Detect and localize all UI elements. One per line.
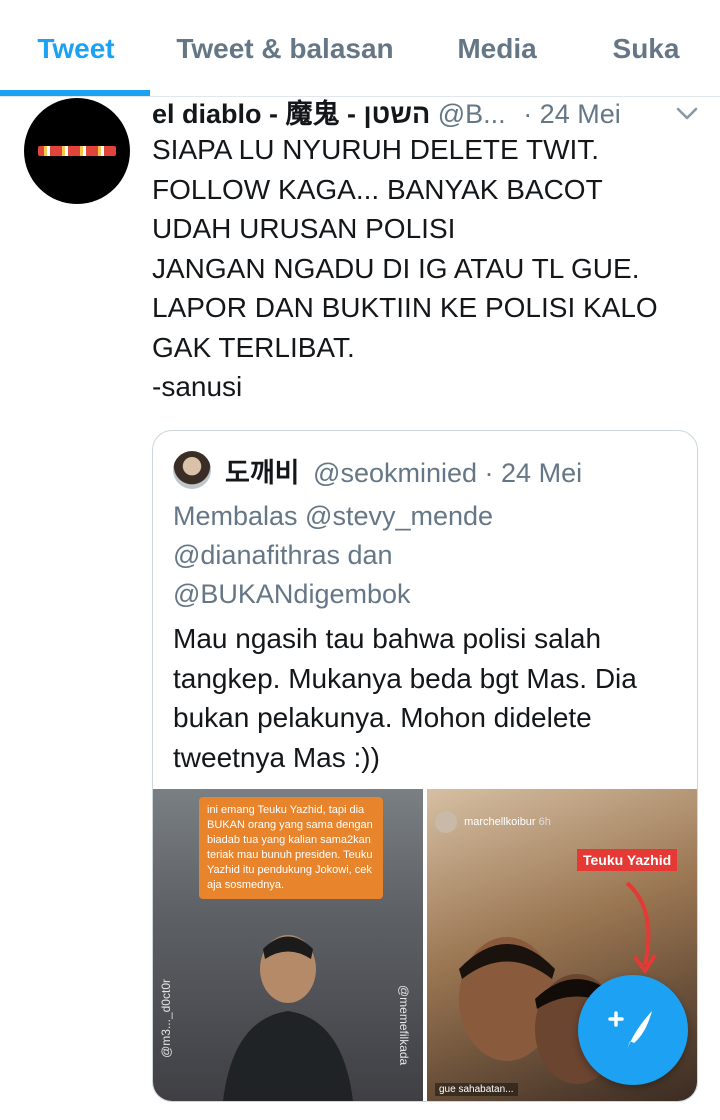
tweet-header: el diablo - 魔鬼 - השטן @B... · 24 Mei [152, 92, 672, 129]
replying-to: Membalas @stevy_mende @dianafithras dan … [173, 497, 683, 614]
watermark: @memefilkada [397, 985, 411, 1066]
quoted-header: 도깨비 @seokminied · 24 Mei [225, 451, 582, 490]
tab-media[interactable]: Media [440, 0, 554, 96]
tweet-line: JANGAN NGADU DI IG ATAU TL GUE. [152, 252, 640, 284]
tweet-line: FOLLOW KAGA... BANYAK BACOT [152, 173, 603, 205]
quoted-author-handle[interactable]: @seokminied [313, 458, 477, 488]
tweet-line: SIAPA LU NYURUH DELETE TWIT. [152, 134, 600, 165]
quoted-line: bukan pelakunya. Mohon didelete [173, 702, 592, 733]
story-username: marchellkoibur [464, 815, 536, 828]
person-silhouette [223, 935, 353, 1101]
quoted-avatar[interactable] [173, 451, 211, 489]
watermark: @m3..._d0ct0r [159, 979, 173, 1058]
avatar[interactable] [24, 98, 130, 204]
quoted-text: Mau ngasih tau bahwa polisi salah tangke… [173, 619, 683, 777]
story-caption: gue sahabatan... [435, 1083, 518, 1096]
quoted-line: tweetnya Mas :)) [173, 741, 380, 773]
reply-line[interactable]: Membalas @stevy_mende [173, 497, 683, 536]
active-tab-indicator [0, 90, 150, 96]
story-avatar [435, 811, 457, 833]
quoted-date: · 24 Mei [484, 458, 583, 488]
tab-tweet-and-replies[interactable]: Tweet & balasan [160, 0, 410, 96]
image-caption: ini emang Teuku Yazhid, tapi dia BUKAN o… [199, 797, 383, 899]
tweet-line: GAK TERLIBAT. [152, 331, 355, 363]
reply-line[interactable]: @BUKANdigembok [173, 575, 683, 614]
story-time: 6h [538, 815, 551, 828]
tweet-line: UDAH URUSAN POLISI [152, 213, 456, 244]
compose-tweet-icon [608, 1011, 652, 1053]
story-user: marchellkoibur 6h [435, 811, 551, 833]
quoted-line: Mau ngasih tau bahwa polisi salah [173, 623, 602, 654]
tweet-line: -sanusi [152, 371, 243, 402]
compose-tweet-button[interactable] [578, 975, 688, 1085]
author-name[interactable]: el diablo - 魔鬼 - השטן [152, 99, 430, 129]
tab-likes[interactable]: Suka [598, 0, 694, 96]
tab-tweet[interactable]: Tweet [8, 0, 144, 96]
media-image-left[interactable]: ini emang Teuku Yazhid, tapi dia BUKAN o… [153, 789, 423, 1101]
tweet-text: SIAPA LU NYURUH DELETE TWIT. FOLLOW KAGA… [152, 130, 712, 407]
chevron-down-icon[interactable] [674, 100, 700, 126]
profile-tabs: Tweet Tweet & balasan Media Suka [0, 0, 720, 97]
name-label: Teuku Yazhid [577, 849, 678, 871]
tweet-date[interactable]: · 24 Mei [523, 99, 621, 129]
author-handle[interactable]: @B... [438, 99, 506, 129]
quoted-line: tangkep. Mukanya beda bgt Mas. Dia [173, 662, 637, 694]
avatar-logo [38, 146, 116, 156]
tweet-line: LAPOR DAN BUKTIIN KE POLISI KALO [152, 292, 658, 323]
reply-line[interactable]: @dianafithras dan [173, 536, 683, 575]
quoted-author-name[interactable]: 도깨비 [225, 458, 300, 488]
